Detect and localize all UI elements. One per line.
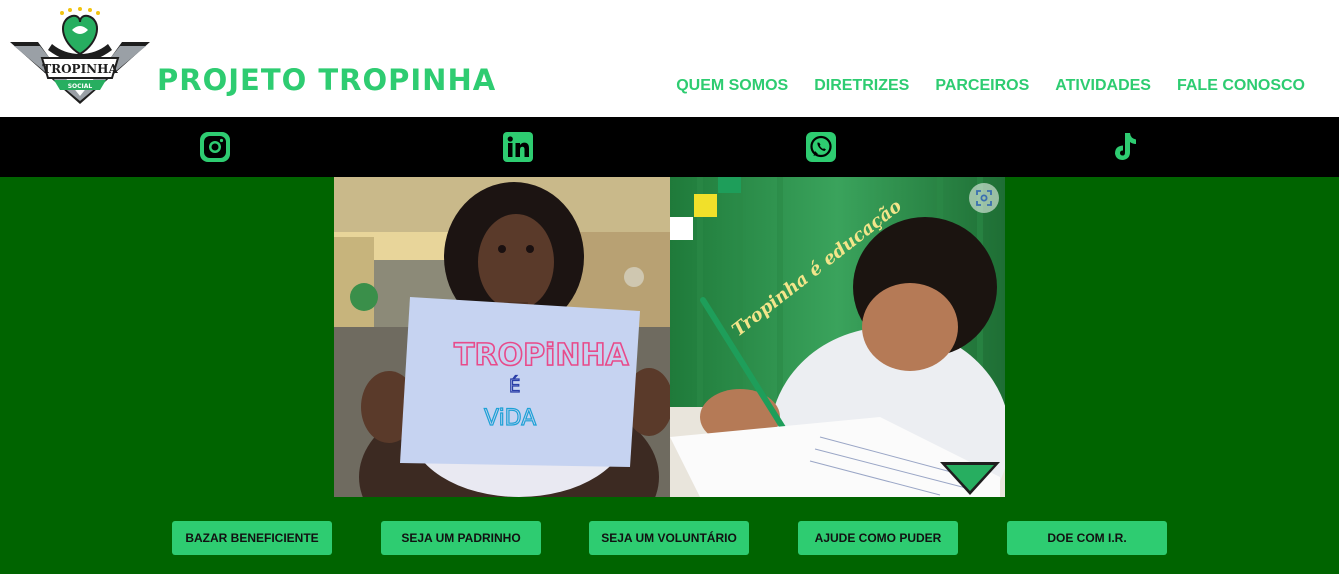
sign-text-line3: ViDA <box>484 406 536 431</box>
cta-buttons: BAZAR BENEFICIENTE SEJA UM PADRINHO SEJA… <box>0 521 1339 555</box>
hero-photo-girl-sign: TROPiNHA É ViDA <box>334 177 670 497</box>
site-header: TROPINHA SOCIAL PROJETO TROPINHA QUEM SO… <box>0 0 1339 117</box>
seja-um-padrinho-button[interactable]: SEJA UM PADRINHO <box>381 521 541 555</box>
tropinha-logo[interactable]: TROPINHA SOCIAL <box>8 4 152 104</box>
zoom-button[interactable] <box>969 183 999 213</box>
logo-subtitle-text: SOCIAL <box>68 83 93 90</box>
main-nav: QUEM SOMOS DIRETRIZES PARCEIROS ATIVIDAD… <box>676 77 1305 95</box>
ajude-como-puder-button[interactable]: AJUDE COMO PUDER <box>798 521 958 555</box>
hero-gallery: TROPiNHA É ViDA Tropinha é educação <box>334 177 1005 497</box>
site-title: PROJETO TROPINHA <box>157 63 497 97</box>
seja-um-voluntario-button[interactable]: SEJA UM VOLUNTÁRIO <box>589 521 749 555</box>
whatsapp-icon[interactable] <box>804 130 838 164</box>
page: TROPINHA SOCIAL PROJETO TROPINHA QUEM SO… <box>0 0 1339 574</box>
doe-com-ir-button[interactable]: DOE COM I.R. <box>1007 521 1167 555</box>
sign-text-line1: TROPiNHA <box>454 338 630 373</box>
nav-diretrizes[interactable]: DIRETRIZES <box>814 77 909 95</box>
nav-fale-conosco[interactable]: FALE CONOSCO <box>1177 77 1305 95</box>
hero-photo-boy-writing: Tropinha é educação <box>670 177 1005 497</box>
logo-name-text: TROPINHA <box>42 62 118 76</box>
tiktok-icon[interactable] <box>1107 130 1141 164</box>
instagram-icon[interactable] <box>198 130 232 164</box>
nav-atividades[interactable]: ATIVIDADES <box>1055 77 1151 95</box>
social-bar <box>0 117 1339 177</box>
zoom-icon <box>976 190 992 206</box>
bazar-beneficiente-button[interactable]: BAZAR BENEFICIENTE <box>172 521 332 555</box>
linkedin-icon[interactable] <box>501 130 535 164</box>
sign-text-line2: É <box>509 375 520 397</box>
nav-parceiros[interactable]: PARCEIROS <box>935 77 1029 95</box>
nav-quem-somos[interactable]: QUEM SOMOS <box>676 77 788 95</box>
